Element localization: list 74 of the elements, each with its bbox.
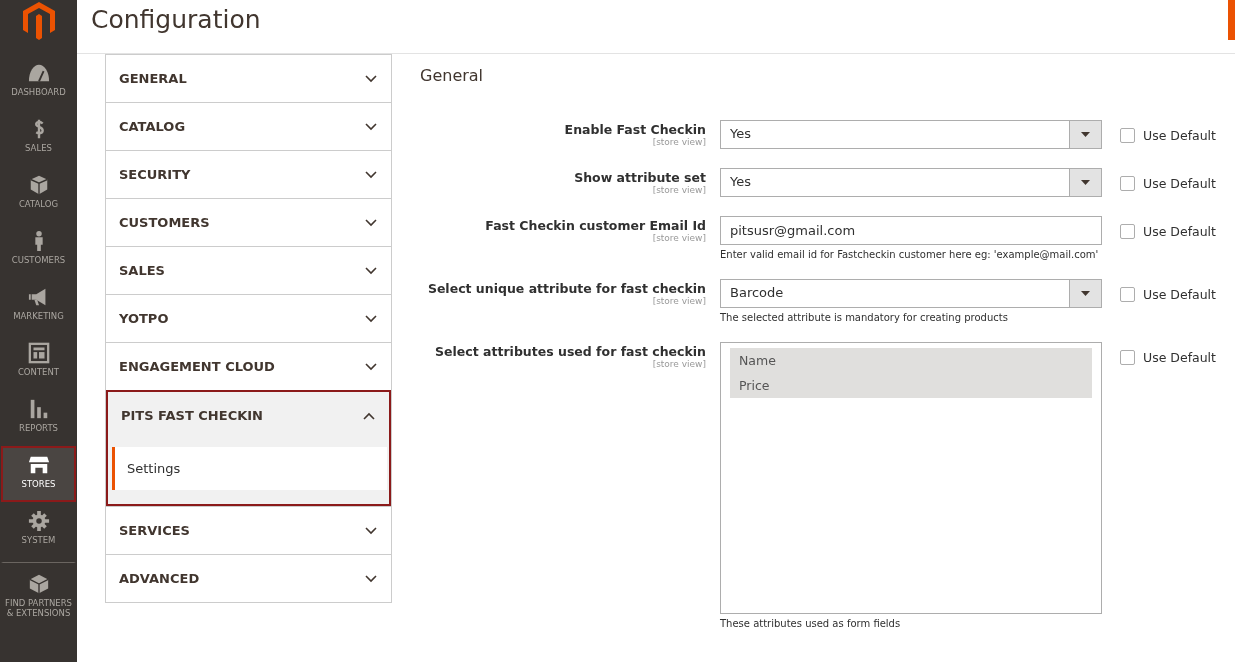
chevron-down-icon [365,266,377,275]
menu-item[interactable]: DASHBOARD [1,54,76,110]
field-note: These attributes used as form fields [720,618,902,629]
storefront-icon [27,454,50,476]
field-label: Select attributes used for fast checkin [435,343,706,359]
select-field[interactable]: Yes [720,120,1102,149]
chevron-down-icon [365,314,377,323]
checkbox[interactable] [1120,287,1135,302]
field-label: Enable Fast Checkin [564,121,706,137]
multiselect-field[interactable]: Name Price [720,342,1102,614]
chevron-down-icon [365,218,377,227]
email-field[interactable]: pitsusr@gmail.com [720,216,1102,245]
menu-item[interactable]: CATALOG [1,166,76,222]
checkbox-label: Use Default [1143,176,1216,191]
menu-item[interactable]: CONTENT [1,334,76,390]
checkbox-label: Use Default [1143,224,1216,239]
section-title: General [420,66,485,85]
menu-item[interactable]: SALES [1,110,76,166]
menu-label: DASHBOARD [11,87,66,98]
checkbox[interactable] [1120,176,1135,191]
menu-label: CATALOG [18,199,59,210]
scope-label: [store view] [652,137,706,147]
menu-item[interactable]: FIND PARTNERS & EXTENSIONS [1,562,76,627]
chevron-down-icon [365,574,377,583]
checkbox-label: Use Default [1143,350,1216,365]
list-option[interactable]: Price [730,373,1092,398]
dropdown-arrow-icon [1081,180,1090,185]
chevron-down-icon [365,122,377,131]
accent-bar [1228,0,1235,40]
menu-label: MARKETING [13,311,64,322]
select-field[interactable]: Yes [720,168,1102,197]
menu-item[interactable]: STORES [1,446,76,502]
checkbox[interactable] [1120,224,1135,239]
field-label: Select unique attribute for fast checkin [427,280,706,296]
menu-label: CONTENT [17,367,60,378]
menu-label: SYSTEM [21,535,56,546]
menu-item[interactable]: REPORTS [1,390,76,446]
scope-label: [store view] [652,185,706,195]
scope-label: [store view] [652,233,706,243]
field-label: Show attribute set [574,169,706,185]
menu-label: SALES [25,143,52,154]
menu-label: FIND PARTNERS & EXTENSIONS [4,598,73,619]
scope-label: [store view] [652,296,706,306]
cubes-icon [27,573,50,595]
checkbox[interactable] [1120,128,1135,143]
menu-item[interactable]: CUSTOMERS [1,222,76,278]
chevron-up-icon [363,411,375,420]
select-field[interactable]: Barcode [720,279,1102,308]
logo-icon[interactable] [22,2,55,40]
nav-link[interactable]: Settings [112,447,387,490]
field-note: Enter valid email id for Fastcheckin customer here eg: 'example@mail.com' [720,249,1100,260]
layout-icon [27,342,50,364]
page-title: Configuration [91,5,261,34]
chevron-down-icon [365,170,377,179]
section-header[interactable]: PITS FAST CHECKIN [108,392,389,439]
chevron-down-icon [365,526,377,535]
chevron-down-icon [365,362,377,371]
gauge-icon [27,62,50,84]
checkbox-label: Use Default [1143,128,1216,143]
scope-label: [store view] [652,359,706,369]
field-label: Fast Checkin customer Email Id [485,217,706,233]
menu-item[interactable]: MARKETING [1,278,76,334]
menu-label: STORES [21,479,56,490]
list-option[interactable]: Name [730,348,1092,373]
field-note: The selected attribute is mandatory for creating products [720,312,1009,323]
menu-label: REPORTS [19,423,58,434]
settings-icon [27,510,50,532]
dropdown-arrow-icon [1081,132,1090,137]
dropdown-arrow-icon [1081,291,1090,296]
menu-label: CUSTOMERS [11,255,66,266]
checkbox-label: Use Default [1143,287,1216,302]
checkbox[interactable] [1120,350,1135,365]
menu-item[interactable]: SYSTEM [1,502,76,558]
chevron-down-icon [365,74,377,83]
